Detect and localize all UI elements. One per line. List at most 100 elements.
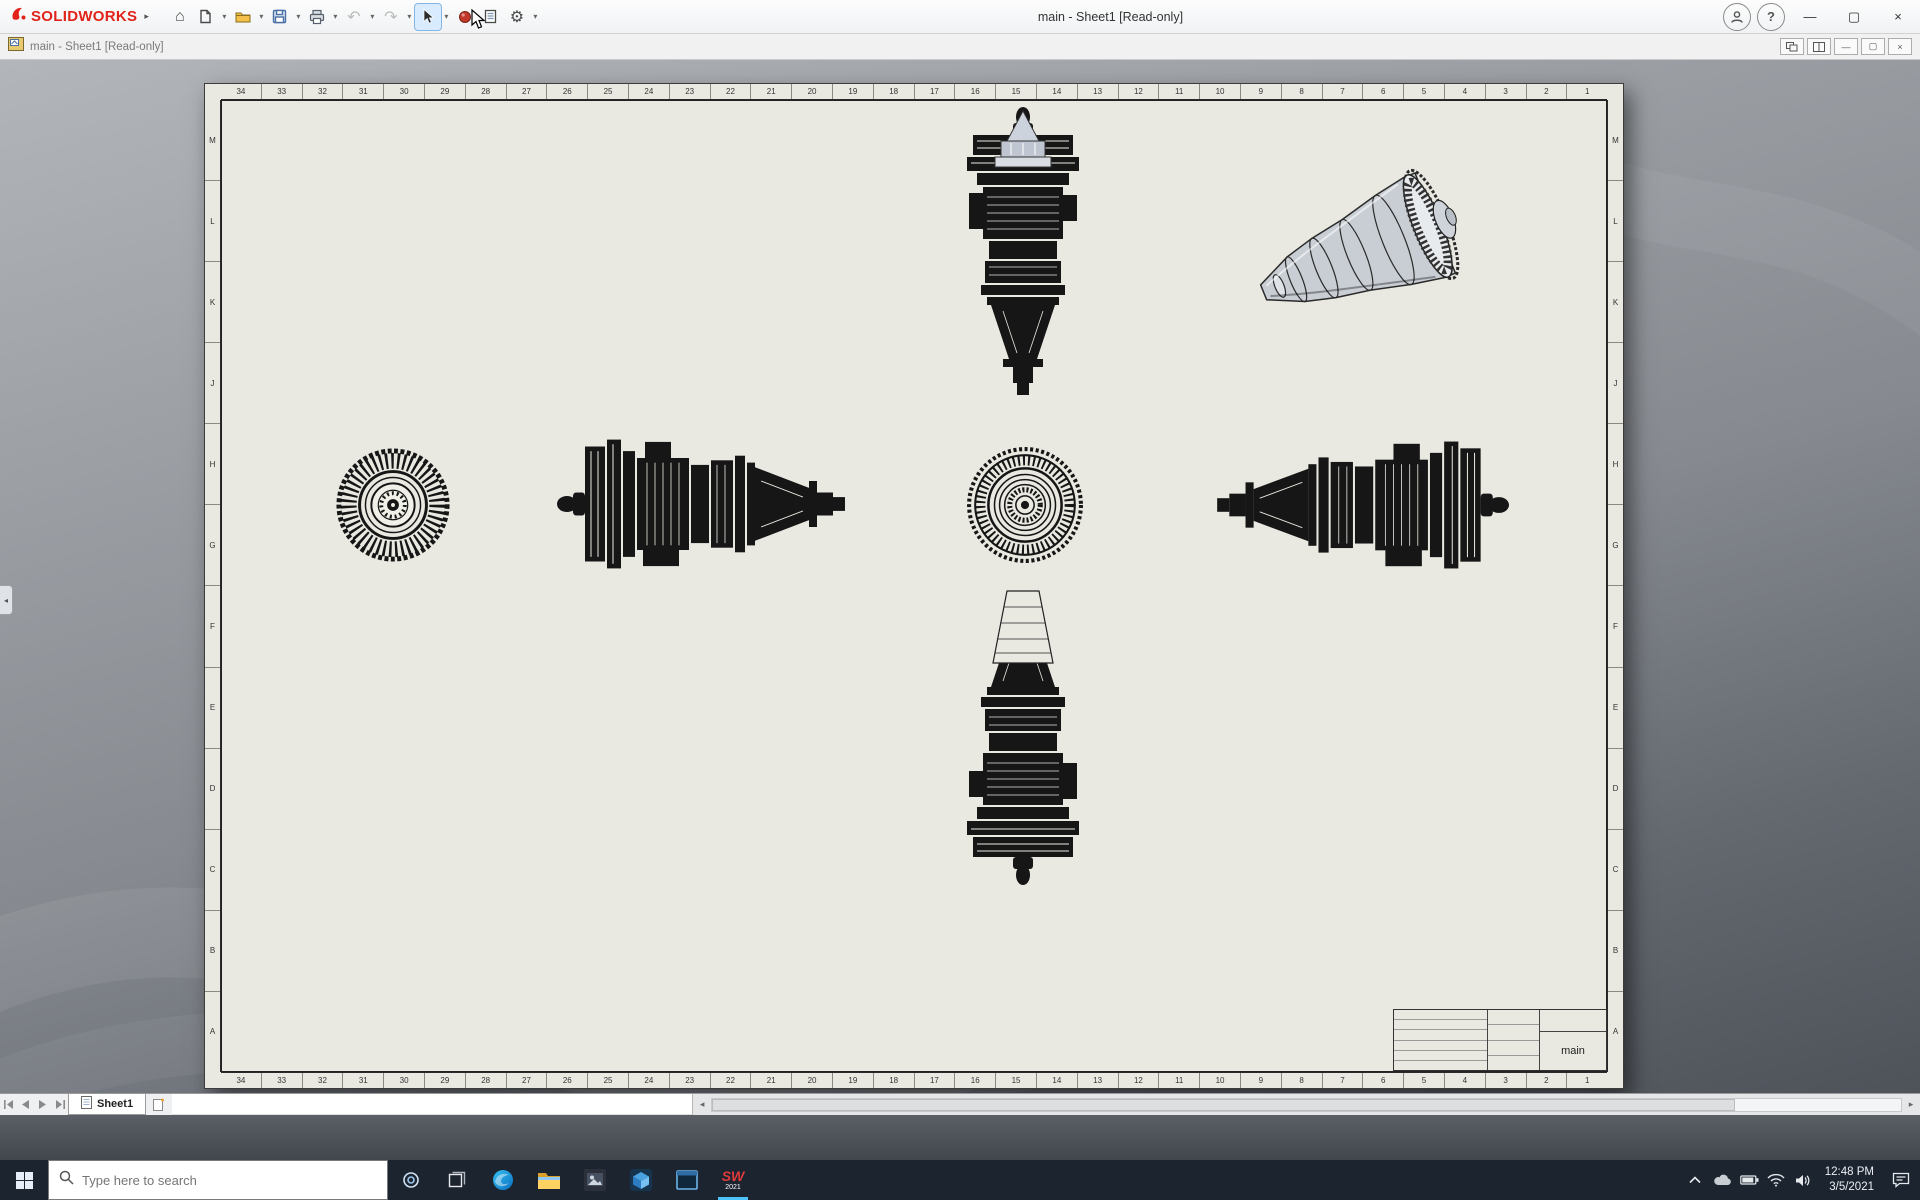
redo-button[interactable]: ↷ bbox=[378, 4, 404, 30]
save-button[interactable] bbox=[267, 4, 293, 30]
options-gear-button[interactable]: ⚙ bbox=[504, 4, 530, 30]
title-block-table-left bbox=[1394, 1010, 1488, 1070]
sheet-tab-label: Sheet1 bbox=[97, 1098, 134, 1110]
app-icon-window[interactable] bbox=[664, 1160, 710, 1200]
tabbar-empty-space bbox=[172, 1094, 693, 1115]
solidworks-app: SOLIDWORKS ▸ ⌂ ▾ ▾ ▾ ▾ ↶ ▾ ↷ ▾ ▾ ⚙ ▾ mai… bbox=[0, 0, 1920, 1200]
drawing-view-side-right[interactable] bbox=[1205, 437, 1509, 573]
taskbar-search[interactable] bbox=[48, 1160, 388, 1200]
print-dropdown-icon[interactable]: ▾ bbox=[330, 12, 341, 21]
doc-restore-button[interactable]: ▢ bbox=[1861, 38, 1885, 55]
title-block[interactable]: main bbox=[1393, 1009, 1607, 1071]
brand-label: SOLIDWORKS bbox=[31, 8, 138, 25]
volume-icon[interactable] bbox=[1790, 1160, 1817, 1200]
appearance-button[interactable] bbox=[452, 4, 478, 30]
drawing-sheet[interactable]: 34 33 32 31 30 29 28 27 26 25 24 23 22 21 20 19 18 17 16 15… bbox=[204, 83, 1624, 1089]
redo-dropdown-icon[interactable]: ▾ bbox=[404, 12, 415, 21]
search-input[interactable] bbox=[82, 1172, 377, 1188]
app-titlebar: SOLIDWORKS ▸ ⌂ ▾ ▾ ▾ ▾ ↶ ▾ ↷ ▾ ▾ ⚙ ▾ mai… bbox=[0, 0, 1920, 34]
battery-icon[interactable] bbox=[1736, 1160, 1763, 1200]
sheet-tabbar: Sheet1 ◂ ▸ bbox=[0, 1093, 1920, 1115]
start-button[interactable] bbox=[0, 1160, 48, 1200]
drawing-viewport[interactable]: 34 33 32 31 30 29 28 27 26 25 24 23 22 21 20 19 18 17 16 15… bbox=[0, 60, 1920, 1093]
title-block-name-cell: main bbox=[1540, 1010, 1606, 1070]
account-button[interactable] bbox=[1723, 2, 1751, 31]
app-icon-cube[interactable] bbox=[618, 1160, 664, 1200]
zone-letters-left: MLKJHGFEDCBA bbox=[205, 100, 221, 1072]
clock-date: 3/5/2021 bbox=[1829, 1181, 1874, 1193]
close-button[interactable]: × bbox=[1876, 0, 1920, 34]
zone-numbers-bottom: 34 33 32 31 30 29 28 27 26 25 24 23 22 21 20 19 18 17 16 15… bbox=[221, 1072, 1607, 1088]
open-document-button[interactable] bbox=[230, 4, 256, 30]
clock-time: 12:48 PM bbox=[1824, 1166, 1874, 1179]
title-block-table-mid bbox=[1488, 1010, 1540, 1070]
drawing-view-rear[interactable] bbox=[964, 444, 1086, 566]
horizontal-scrollbar[interactable]: ◂ ▸ bbox=[692, 1094, 1920, 1115]
zone-letters-right: MLKJHGFEDCBA bbox=[1607, 100, 1623, 1072]
sheet-icon bbox=[81, 1096, 92, 1112]
undo-button[interactable]: ↶ bbox=[341, 4, 367, 30]
onedrive-cloud-icon[interactable] bbox=[1709, 1160, 1736, 1200]
scrollbar-track[interactable] bbox=[711, 1097, 1902, 1112]
solidworks-menu[interactable]: SOLIDWORKS ▸ bbox=[0, 5, 157, 28]
select-dropdown-icon[interactable]: ▾ bbox=[441, 12, 452, 21]
solidworks-taskbar-year: 2021 bbox=[725, 1184, 741, 1191]
drawing-view-bottom[interactable] bbox=[961, 585, 1085, 885]
add-sheet-button[interactable] bbox=[146, 1094, 172, 1115]
app-icon-photos[interactable] bbox=[572, 1160, 618, 1200]
menu-expand-arrow-icon[interactable]: ▸ bbox=[144, 11, 149, 22]
prev-sheet-button[interactable] bbox=[17, 1094, 34, 1115]
wifi-icon[interactable] bbox=[1763, 1160, 1790, 1200]
undo-dropdown-icon[interactable]: ▾ bbox=[367, 12, 378, 21]
zone-numbers-top: 34 33 32 31 30 29 28 27 26 25 24 23 22 21 20 19 18 17 16 15… bbox=[221, 84, 1607, 100]
drawing-view-isometric[interactable] bbox=[1236, 156, 1486, 351]
doc-minimize-button[interactable]: — bbox=[1834, 38, 1858, 55]
action-center-button[interactable] bbox=[1882, 1160, 1920, 1200]
help-button[interactable]: ? bbox=[1757, 2, 1785, 31]
select-tool-button[interactable] bbox=[413, 2, 442, 31]
options-dropdown-icon[interactable]: ▾ bbox=[530, 12, 541, 21]
first-sheet-button[interactable] bbox=[0, 1094, 17, 1115]
window-controls: ? — ▢ × bbox=[1720, 0, 1920, 34]
scroll-left-icon[interactable]: ◂ bbox=[693, 1099, 711, 1110]
title-block-drawing-name: main bbox=[1561, 1045, 1585, 1057]
print-button[interactable] bbox=[304, 4, 330, 30]
scrollbar-thumb[interactable] bbox=[712, 1098, 1735, 1111]
scroll-right-icon[interactable]: ▸ bbox=[1902, 1099, 1920, 1110]
document-window-controls: — ▢ × bbox=[1780, 38, 1912, 55]
taskbar-clock[interactable]: 12:48 PM 3/5/2021 bbox=[1817, 1165, 1882, 1195]
doc-tile-button[interactable] bbox=[1780, 38, 1804, 55]
solidworks-logo-icon bbox=[10, 5, 28, 28]
home-button[interactable]: ⌂ bbox=[167, 4, 193, 30]
system-tray: 12:48 PM 3/5/2021 bbox=[1682, 1160, 1920, 1200]
search-icon bbox=[59, 1170, 74, 1190]
open-dropdown-icon[interactable]: ▾ bbox=[256, 12, 267, 21]
new-document-button[interactable] bbox=[193, 4, 219, 30]
document-titlebar[interactable]: main - Sheet1 [Read-only] — ▢ × bbox=[0, 34, 1920, 60]
collapsed-pane-arrow[interactable]: ◂ bbox=[0, 585, 13, 615]
desktop-background-strip bbox=[0, 1115, 1920, 1160]
drawing-view-front[interactable] bbox=[334, 446, 452, 564]
last-sheet-button[interactable] bbox=[51, 1094, 68, 1115]
doc-close-button[interactable]: × bbox=[1888, 38, 1912, 55]
file-properties-button[interactable] bbox=[478, 4, 504, 30]
drawing-view-top[interactable] bbox=[961, 107, 1085, 407]
drawing-doc-icon bbox=[8, 37, 24, 56]
quick-access-toolbar: ⌂ ▾ ▾ ▾ ▾ ↶ ▾ ↷ ▾ ▾ ⚙ ▾ bbox=[167, 2, 541, 31]
solidworks-taskbar-glyph: SW bbox=[721, 1168, 745, 1184]
drawing-view-side-left[interactable] bbox=[557, 435, 857, 573]
save-dropdown-icon[interactable]: ▾ bbox=[293, 12, 304, 21]
task-view-button[interactable] bbox=[434, 1160, 480, 1200]
new-dropdown-icon[interactable]: ▾ bbox=[219, 12, 230, 21]
minimize-button[interactable]: — bbox=[1788, 0, 1832, 34]
hidden-icons-chevron-icon[interactable] bbox=[1682, 1160, 1709, 1200]
cortana-button[interactable] bbox=[388, 1160, 434, 1200]
document-title: main - Sheet1 [Read-only] bbox=[30, 40, 164, 53]
app-icon-file-explorer[interactable] bbox=[526, 1160, 572, 1200]
doc-split-button[interactable] bbox=[1807, 38, 1831, 55]
app-icon-solidworks[interactable]: SW 2021 bbox=[710, 1160, 756, 1200]
maximize-button[interactable]: ▢ bbox=[1832, 0, 1876, 34]
tab-sheet1[interactable]: Sheet1 bbox=[68, 1094, 147, 1115]
next-sheet-button[interactable] bbox=[34, 1094, 51, 1115]
app-icon-edge[interactable] bbox=[480, 1160, 526, 1200]
